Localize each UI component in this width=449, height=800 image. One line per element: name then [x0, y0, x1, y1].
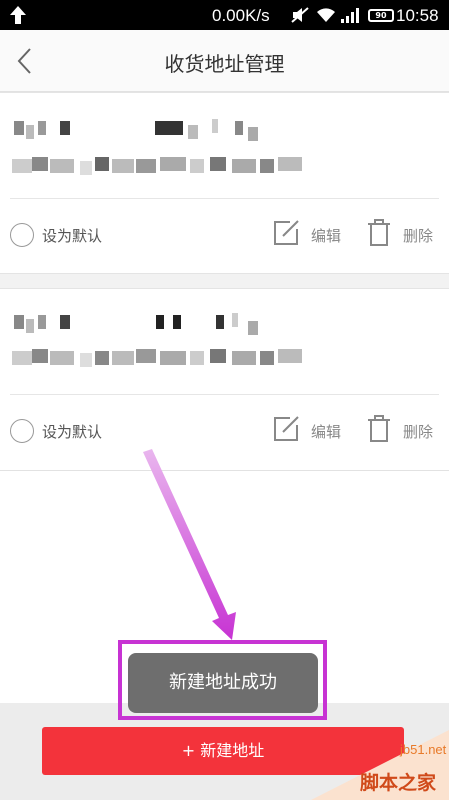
- wifi-icon: [317, 8, 335, 22]
- edit-icon[interactable]: [272, 415, 300, 443]
- delete-button[interactable]: 删除: [403, 421, 433, 442]
- address-card-2[interactable]: 设为默认 编辑 删除: [0, 289, 449, 469]
- status-bar: 0.00K/s 90 10:58: [0, 0, 449, 30]
- watermark-url: jb51.net: [400, 742, 447, 757]
- mute-icon: [291, 7, 309, 23]
- list-bottom-border: [0, 470, 449, 471]
- set-default-label[interactable]: 设为默认: [42, 421, 102, 442]
- edit-icon[interactable]: [272, 219, 300, 247]
- delete-button[interactable]: 删除: [403, 225, 433, 246]
- trash-icon[interactable]: [366, 415, 392, 443]
- page-title: 收货地址管理: [164, 52, 285, 76]
- address-card-1[interactable]: 设为默认 编辑 删除: [0, 93, 449, 273]
- radio-icon[interactable]: [10, 223, 34, 247]
- upload-arrow-icon: [10, 6, 26, 24]
- section-gap: [0, 273, 449, 289]
- radio-icon[interactable]: [10, 419, 34, 443]
- edit-button[interactable]: 编辑: [311, 421, 341, 442]
- trash-icon[interactable]: [366, 219, 392, 247]
- network-speed: 0.00K/s: [212, 6, 270, 25]
- set-default-label[interactable]: 设为默认: [42, 225, 102, 246]
- edit-button[interactable]: 编辑: [311, 225, 341, 246]
- nav-bar: 收货地址管理: [0, 30, 449, 92]
- watermark-name: 脚本之家: [360, 772, 437, 794]
- success-toast: 新建地址成功: [128, 653, 318, 713]
- address-actions: 设为默认 编辑 删除: [0, 395, 449, 467]
- signal-icon: [341, 8, 359, 23]
- address-actions: 设为默认 编辑 删除: [0, 199, 449, 271]
- battery-icon: 90: [368, 9, 394, 22]
- clock: 10:58: [396, 6, 439, 25]
